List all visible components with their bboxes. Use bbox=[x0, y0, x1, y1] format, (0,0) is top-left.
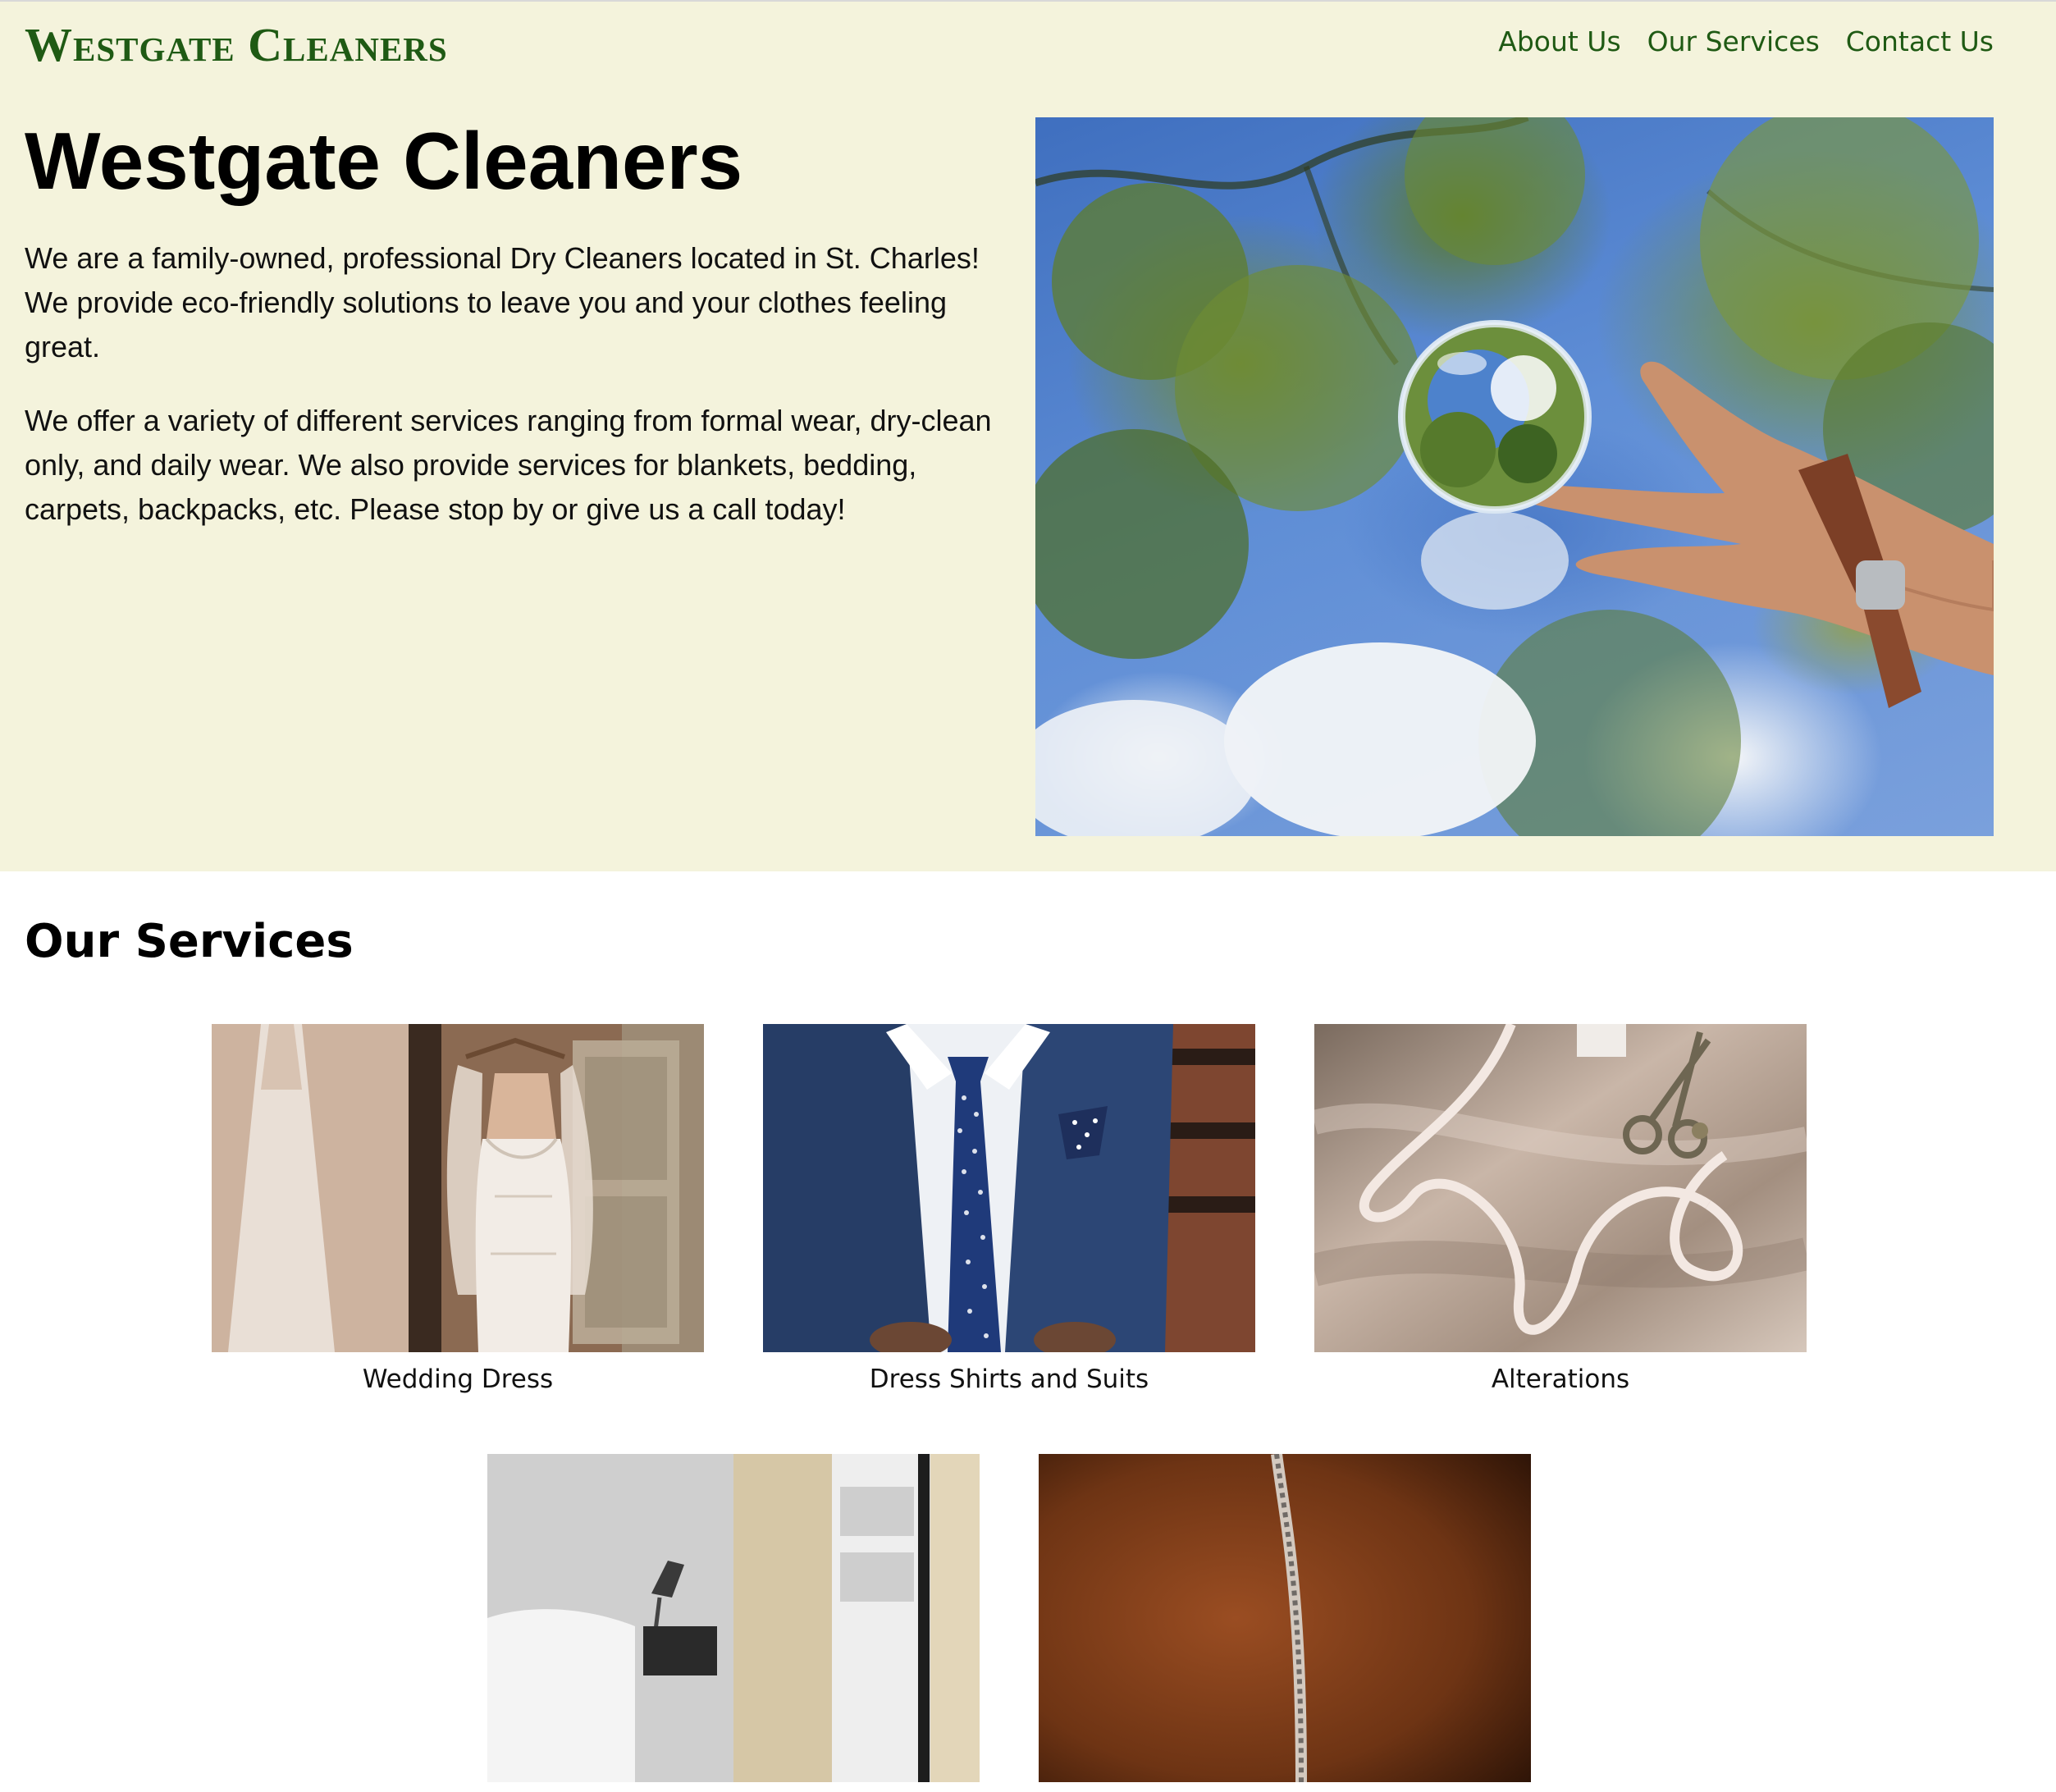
service-card-bedding bbox=[487, 1454, 980, 1792]
service-card-alterations: Alterations bbox=[1314, 1024, 1807, 1397]
hero-description: We are a family-owned, professional Dry … bbox=[25, 236, 1009, 561]
hero-paragraph-1: We are a family-owned, professional Dry … bbox=[25, 241, 980, 363]
hero-paragraph-2: We offer a variety of different services… bbox=[25, 404, 992, 526]
hero-section: Westgate Cleaners About Us Our Services … bbox=[0, 0, 2056, 871]
service-image-wedding-dress[interactable] bbox=[212, 1024, 704, 1352]
service-card-dress-shirts-suits: Dress Shirts and Suits bbox=[763, 1024, 1255, 1397]
hero-title: Westgate Cleaners bbox=[25, 116, 743, 206]
site-logo[interactable]: Westgate Cleaners bbox=[25, 18, 448, 72]
service-image-backpacks[interactable] bbox=[1039, 1454, 1531, 1782]
service-image-alterations[interactable] bbox=[1314, 1024, 1807, 1352]
service-image-dress-shirts-suits[interactable] bbox=[763, 1024, 1255, 1352]
service-card-wedding-dress: Wedding Dress bbox=[212, 1024, 704, 1397]
hero-image-crystal-ball-trees bbox=[1035, 117, 1994, 836]
main-nav: About Us Our Services Contact Us bbox=[1498, 23, 1994, 61]
top-divider bbox=[0, 0, 2056, 2]
service-label-wedding-dress: Wedding Dress bbox=[362, 1365, 554, 1394]
service-image-bedding[interactable] bbox=[487, 1454, 980, 1782]
nav-about-us[interactable]: About Us bbox=[1498, 23, 1620, 61]
service-card-backpacks bbox=[1039, 1454, 1531, 1792]
nav-our-services[interactable]: Our Services bbox=[1647, 23, 1820, 61]
service-label-dress-shirts-suits: Dress Shirts and Suits bbox=[869, 1365, 1149, 1394]
nav-contact-us[interactable]: Contact Us bbox=[1846, 23, 1994, 61]
services-heading: Our Services bbox=[25, 915, 354, 968]
service-label-alterations: Alterations bbox=[1491, 1365, 1630, 1394]
